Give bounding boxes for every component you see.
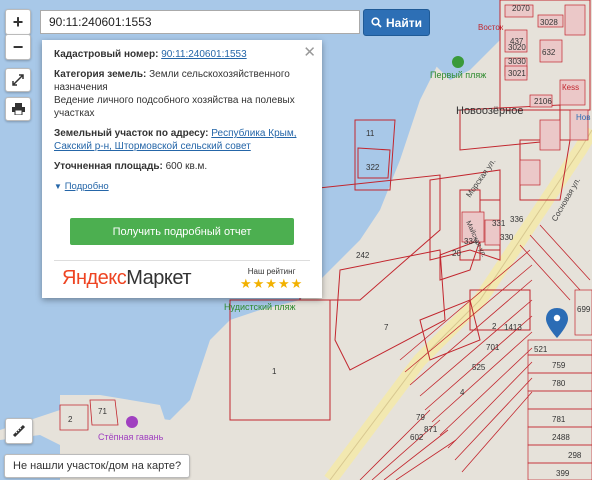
parcel-number: 399 [556,469,570,478]
village-label: Новоозёрное [456,105,523,117]
get-report-button[interactable]: Получить подробный отчет [70,218,294,245]
area-row: Уточненная площадь: 600 кв.м. [54,160,310,173]
area-value: 600 кв.м. [165,161,208,172]
search-button-label: Найти [386,15,422,30]
parcel-number: 2488 [552,433,570,442]
parcel-number: 701 [486,343,500,352]
search-button[interactable]: Найти [363,9,430,36]
yandex-market-logo[interactable]: ЯндексМаркет [62,267,191,290]
parcel-number: 4 [460,388,465,397]
parcel-number: 322 [366,163,380,172]
address-link[interactable]: Сакский р-н, Штормовской сельский совет [54,141,251,152]
parcel-number: 79 [416,413,425,422]
search-input[interactable] [40,10,360,34]
parcel-number: 871 [424,425,438,434]
zoom-out-button[interactable]: − [5,34,31,60]
cadastral-row: Кадастровый номер: 90:11:240601:1553 [54,48,310,61]
beach-label: Нудистский пляж [224,302,296,312]
beach-label: Первый пляж [430,70,486,80]
parcel-number: 525 [472,363,486,372]
close-icon[interactable]: ✕ [303,43,316,61]
parcel-number: 298 [568,451,582,460]
harbor-label: Стёпная гавань [98,432,164,442]
detail-row: ▼ Подробно [54,180,310,193]
area-label: Уточненная площадь: [54,161,163,172]
cadastral-label: Кадастровый номер: [54,49,159,60]
poi-label: Нов [576,113,590,122]
rating-label: Наш рейтинг [247,267,296,276]
parcel-number: 331 [492,219,506,228]
parcel-number: 2070 [512,4,530,13]
parcel-number: 7 [384,323,389,332]
parcel-number: 330 [500,233,514,242]
parcel-number: 71 [98,407,107,416]
parcel-number: 242 [356,251,370,260]
parcel-number: 2106 [534,97,552,106]
parcel-number: 632 [542,48,556,57]
cadastral-link[interactable]: 90:11:240601:1553 [161,49,246,60]
category-label: Категория земель: [54,69,147,80]
parcel-number: 3021 [508,69,526,78]
poi-label: Восток [478,23,504,32]
fullscreen-icon[interactable] [5,68,31,92]
parcel-number: 3028 [540,18,558,27]
parcel-number: 437 [510,37,524,46]
address-label: Земельный участок по адресу: [54,128,209,139]
parcel-number: 759 [552,361,566,370]
zoom-in-button[interactable]: + [5,9,31,35]
parcel-number: 336 [510,215,524,224]
parcel-info-popup: ✕ Кадастровый номер: 90:11:240601:1553 К… [42,40,322,298]
rating-badge[interactable]: Наш рейтинг ★★★★★ [240,267,303,292]
parcel-number: 780 [552,379,566,388]
parcel-number: 1413 [504,323,522,332]
parcel-number: 2 [492,322,497,331]
print-icon[interactable] [5,97,31,121]
parcel-number: 602 [410,433,424,442]
search-icon [371,17,382,28]
not-found-button[interactable]: Не нашли участок/дом на карте? [4,454,191,478]
permitted-use-value: Ведение личного подсобного хозяйства на … [54,95,295,119]
chevron-down-icon: ▼ [54,182,62,191]
parcel-number: 2 [68,415,73,424]
ruler-icon[interactable] [5,418,33,444]
parcel-number: 699 [577,305,591,314]
parcel-number: 781 [552,415,566,424]
parcel-number: 521 [534,345,548,354]
poi-label: Кеѕѕ [562,83,579,92]
parcel-number: 11 [366,129,375,138]
detail-link[interactable]: Подробно [65,181,109,192]
category-row: Категория земель: Земли сельскохозяйстве… [54,68,310,120]
address-link[interactable]: Республика Крым, [211,128,296,139]
parcel-number: 3030 [508,57,526,66]
parcel-number: 20 [452,249,461,258]
address-row: Земельный участок по адресу: Республика … [54,127,310,153]
parcel-number: 1 [272,367,277,376]
star-icon: ★★★★★ [240,276,304,291]
divider [54,260,310,261]
